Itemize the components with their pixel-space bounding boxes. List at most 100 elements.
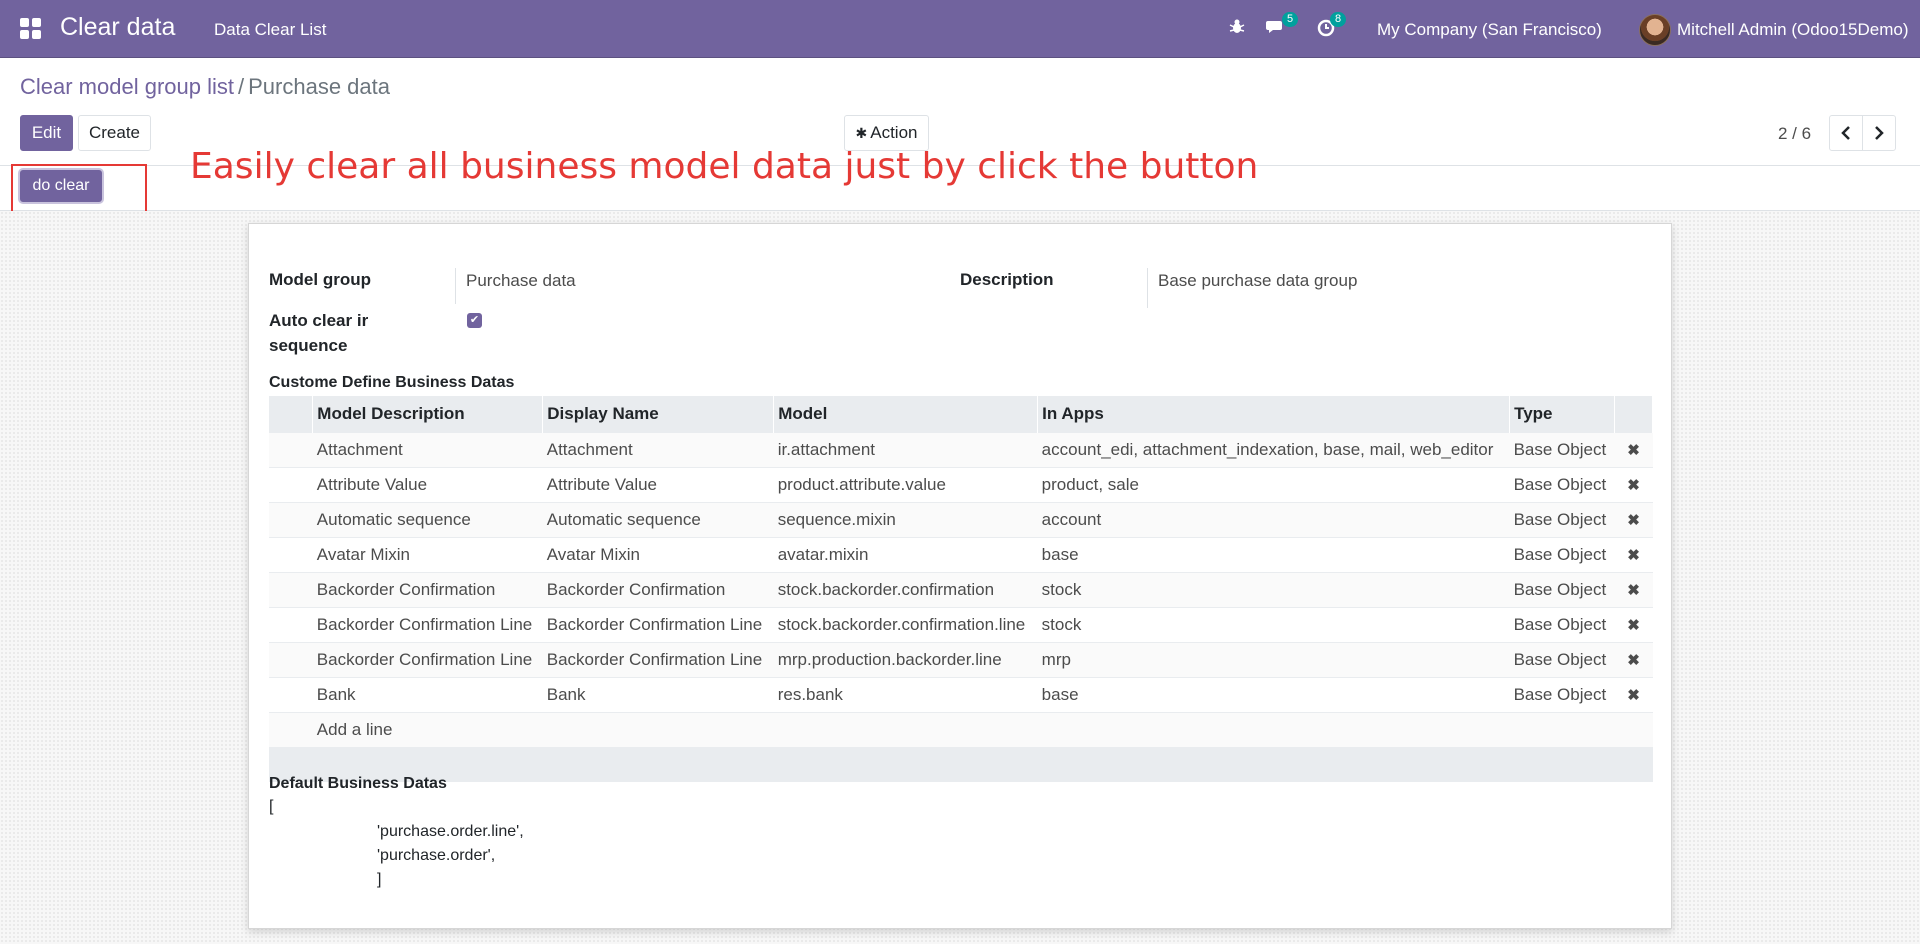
cell-display-name[interactable]: Attribute Value <box>542 466 774 502</box>
table-row[interactable]: Avatar Mixin Avatar Mixin avatar.mixin b… <box>269 536 1653 572</box>
field-separator <box>1147 268 1148 308</box>
cell-model[interactable]: stock.backorder.confirmation.line <box>773 606 1038 642</box>
table-row[interactable]: Bank Bank res.bank base Base Object ✖ <box>269 676 1653 712</box>
cell-in-apps[interactable]: stock <box>1037 606 1510 642</box>
chevron-right-icon <box>1875 126 1884 140</box>
table-footer <box>269 746 1653 782</box>
activity-badge: 8 <box>1330 12 1347 27</box>
cell-display-name[interactable]: Bank <box>542 676 774 712</box>
cell-model-description[interactable]: Attachment <box>312 431 543 467</box>
cell-type[interactable]: Base Object <box>1509 536 1615 572</box>
delete-row-icon[interactable]: ✖ <box>1614 466 1653 502</box>
table-row[interactable]: Attribute Value Attribute Value product.… <box>269 466 1653 502</box>
column-header[interactable]: Type <box>1509 396 1616 432</box>
cell-type[interactable]: Base Object <box>1509 571 1615 607</box>
table-row[interactable]: Attachment Attachment ir.attachment acco… <box>269 431 1653 467</box>
table-row[interactable]: Automatic sequence Automatic sequence se… <box>269 501 1653 537</box>
table-row[interactable]: Backorder Confirmation Line Backorder Co… <box>269 606 1653 642</box>
cell-in-apps[interactable]: mrp <box>1037 641 1510 677</box>
row-handle <box>269 431 313 467</box>
user-menu[interactable]: Mitchell Admin (Odoo15Demo) <box>1677 20 1908 40</box>
action-label: Action <box>870 123 918 142</box>
cell-display-name[interactable]: Attachment <box>542 431 774 467</box>
cell-in-apps[interactable]: base <box>1037 676 1510 712</box>
auto-clear-label-line1: Auto clear ir <box>269 311 369 330</box>
cell-type[interactable]: Base Object <box>1509 431 1615 467</box>
activity-clock-icon[interactable]: 8 <box>1316 12 1347 44</box>
cell-model[interactable]: product.attribute.value <box>773 466 1038 502</box>
cell-model[interactable]: sequence.mixin <box>773 501 1038 537</box>
cell-model[interactable]: stock.backorder.confirmation <box>773 571 1038 607</box>
apps-menu-icon[interactable] <box>20 18 42 40</box>
create-button[interactable]: Create <box>78 115 151 151</box>
cell-display-name[interactable]: Backorder Confirmation Line <box>542 641 774 677</box>
cell-display-name[interactable]: Avatar Mixin <box>542 536 774 572</box>
cell-type[interactable]: Base Object <box>1509 501 1615 537</box>
cell-type[interactable]: Base Object <box>1509 641 1615 677</box>
cell-model-description[interactable]: Avatar Mixin <box>312 536 543 572</box>
default-datas-title: Default Business Datas <box>269 775 447 792</box>
discuss-icon[interactable]: 5 <box>1266 12 1299 42</box>
breadcrumb-parent[interactable]: Clear model group list <box>20 74 234 99</box>
cell-in-apps[interactable]: product, sale <box>1037 466 1510 502</box>
breadcrumb: Clear model group list / Purchase data <box>20 74 390 100</box>
delete-row-icon[interactable]: ✖ <box>1614 641 1653 677</box>
default-data-close: ] <box>377 871 382 888</box>
cell-type[interactable]: Base Object <box>1509 606 1615 642</box>
cell-in-apps[interactable]: stock <box>1037 571 1510 607</box>
bug-icon[interactable] <box>1228 18 1246 42</box>
column-header[interactable]: Model Description <box>312 396 544 432</box>
row-handle <box>269 606 313 642</box>
delete-row-icon[interactable]: ✖ <box>1614 606 1653 642</box>
cell-model-description[interactable]: Attribute Value <box>312 466 543 502</box>
company-switcher[interactable]: My Company (San Francisco) <box>1377 20 1602 40</box>
cell-type[interactable]: Base Object <box>1509 676 1615 712</box>
cell-model-description[interactable]: Backorder Confirmation <box>312 571 543 607</box>
breadcrumb-separator: / <box>237 74 245 99</box>
cell-in-apps[interactable]: account <box>1037 501 1510 537</box>
model-group-field[interactable]: Purchase data <box>466 271 576 291</box>
row-handle <box>269 676 313 712</box>
pager-previous-button[interactable] <box>1829 115 1863 151</box>
app-title[interactable]: Clear data <box>60 13 175 42</box>
description-field[interactable]: Base purchase data group <box>1158 271 1357 291</box>
cell-display-name[interactable]: Backorder Confirmation <box>542 571 774 607</box>
menu-data-clear-list[interactable]: Data Clear List <box>214 20 326 40</box>
add-line-row: Add a line <box>269 711 1653 747</box>
row-handle <box>269 571 313 607</box>
discuss-badge: 5 <box>1282 12 1299 27</box>
cell-model[interactable]: res.bank <box>773 676 1038 712</box>
delete-row-icon[interactable]: ✖ <box>1614 501 1653 537</box>
column-header[interactable]: Display Name <box>542 396 775 432</box>
cell-model-description[interactable]: Bank <box>312 676 543 712</box>
cell-model-description[interactable]: Automatic sequence <box>312 501 543 537</box>
annotation-text: Easily clear all business model data jus… <box>190 146 1259 187</box>
table-header: Model Description Display Name Model In … <box>269 396 1653 432</box>
cell-in-apps[interactable]: base <box>1037 536 1510 572</box>
delete-row-icon[interactable]: ✖ <box>1614 536 1653 572</box>
handle-column-header <box>269 396 314 432</box>
pager-next-button[interactable] <box>1862 115 1896 151</box>
table-row[interactable]: Backorder Confirmation Line Backorder Co… <box>269 641 1653 677</box>
row-handle <box>269 711 313 747</box>
pager-value[interactable]: 2 / 6 <box>1778 124 1811 144</box>
edit-button[interactable]: Edit <box>20 115 73 151</box>
delete-row-icon[interactable]: ✖ <box>1614 676 1653 712</box>
delete-row-icon[interactable]: ✖ <box>1614 571 1653 607</box>
cell-model[interactable]: avatar.mixin <box>773 536 1038 572</box>
auto-clear-checkbox[interactable]: ✔ <box>467 313 482 328</box>
add-line-link[interactable]: Add a line <box>312 711 1653 747</box>
column-header[interactable]: Model <box>773 396 1039 432</box>
cell-type[interactable]: Base Object <box>1509 466 1615 502</box>
column-header[interactable]: In Apps <box>1037 396 1511 432</box>
cell-model[interactable]: mrp.production.backorder.line <box>773 641 1038 677</box>
cell-model-description[interactable]: Backorder Confirmation Line <box>312 641 543 677</box>
delete-row-icon[interactable]: ✖ <box>1614 431 1653 467</box>
table-row[interactable]: Backorder Confirmation Backorder Confirm… <box>269 571 1653 607</box>
cell-model[interactable]: ir.attachment <box>773 431 1038 467</box>
cell-display-name[interactable]: Backorder Confirmation Line <box>542 606 774 642</box>
cell-display-name[interactable]: Automatic sequence <box>542 501 774 537</box>
cell-in-apps[interactable]: account_edi, attachment_indexation, base… <box>1037 431 1510 467</box>
cell-model-description[interactable]: Backorder Confirmation Line <box>312 606 543 642</box>
user-avatar[interactable] <box>1639 14 1671 46</box>
